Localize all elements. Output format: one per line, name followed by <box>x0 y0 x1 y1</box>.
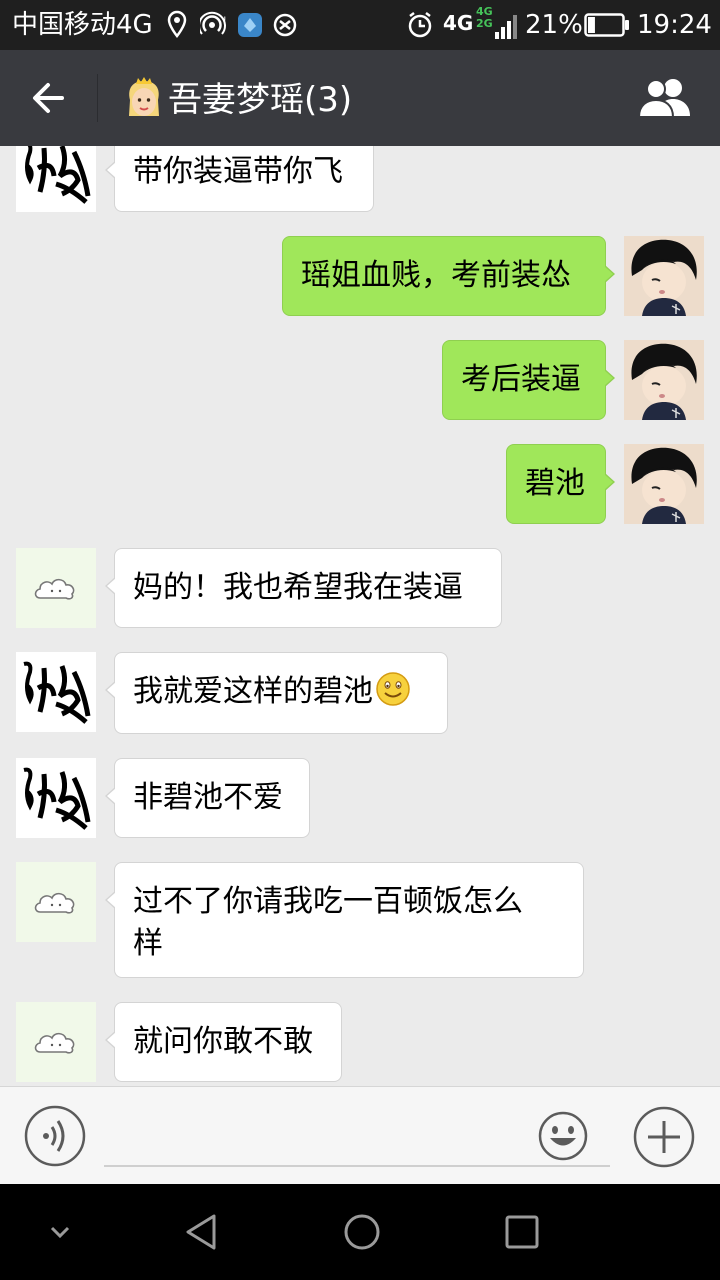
sync-icon <box>272 10 298 44</box>
message-text: 我就爱这样的碧池 <box>133 674 373 709</box>
chat-message-list[interactable]: 带你装逼带你飞 瑶姐血贱，考前装怂 考后装逼 碧池 妈的！我也希望我在装逼 我就… <box>0 146 720 1086</box>
signal-icon <box>494 12 518 44</box>
back-triangle-icon <box>186 1214 216 1250</box>
message-bubble-incoming[interactable]: 妈的！我也希望我在装逼 <box>105 548 502 628</box>
clock: 19:24 <box>637 10 712 40</box>
nav-back-button[interactable] <box>180 1210 224 1258</box>
title-bar: 吾妻梦瑶(3) <box>0 50 720 146</box>
app-notification-icon <box>237 10 263 44</box>
location-icon <box>166 10 188 44</box>
network-sub-label: 4G 2G <box>476 6 493 30</box>
message-text-line-2: 样 <box>133 926 163 961</box>
carrier-label: 中国移动4G <box>12 10 153 40</box>
calligraphy-avatar[interactable] <box>16 758 96 838</box>
message-text-line-1: 过不了你请我吃一百顿饭怎么 <box>133 884 523 919</box>
emoji-face-icon <box>538 1111 588 1161</box>
cartoon-boy-avatar[interactable] <box>624 236 704 316</box>
group-members-button[interactable] <box>634 76 696 122</box>
voice-input-button[interactable] <box>24 1105 88 1173</box>
nav-home-button[interactable] <box>340 1210 384 1258</box>
message-text: 碧池 <box>525 466 585 501</box>
recents-square-icon <box>505 1215 539 1249</box>
princess-emoji-icon <box>121 76 167 122</box>
battery-percent: 21% <box>525 10 583 40</box>
calligraphy-avatar[interactable] <box>16 146 96 212</box>
message-text: 妈的！我也希望我在装逼 <box>133 570 463 605</box>
message-bubble-incoming[interactable]: 过不了你请我吃一百顿饭怎么 样 <box>105 862 584 978</box>
nav-recents-button[interactable] <box>500 1210 544 1258</box>
message-input-bar <box>0 1086 720 1184</box>
message-bubble-incoming[interactable]: 我就爱这样的碧池 <box>105 652 448 734</box>
message-bubble-outgoing[interactable]: 考后装逼 <box>442 340 615 420</box>
alarm-icon <box>406 10 434 44</box>
collapse-chevron-button[interactable] <box>46 1218 74 1250</box>
message-text: 考后装逼 <box>461 362 581 397</box>
svg-text:!: ! <box>223 16 227 26</box>
hotspot-icon: ! <box>198 10 228 44</box>
status-bar: 中国移动4G ! 4G 4G 2G 21% 19:24 <box>0 0 720 50</box>
system-navigation-bar <box>0 1184 720 1280</box>
message-bubble-outgoing[interactable]: 瑶姐血贱，考前装怂 <box>282 236 615 316</box>
emoji-button[interactable] <box>538 1111 588 1165</box>
message-text: 就问你敢不敢 <box>133 1024 313 1059</box>
back-button[interactable] <box>22 72 74 124</box>
smiley-emoji-icon <box>375 671 411 719</box>
network-type-label: 4G <box>443 11 474 35</box>
cloud-avatar[interactable] <box>16 1002 96 1082</box>
message-text: 带你装逼带你飞 <box>133 154 343 189</box>
message-text-input[interactable] <box>104 1109 610 1167</box>
message-text: 瑶姐血贱，考前装怂 <box>301 258 571 293</box>
message-bubble-outgoing[interactable]: 碧池 <box>506 444 615 524</box>
group-members-icon <box>637 79 690 118</box>
message-text: 非碧池不爱 <box>133 780 283 815</box>
collapse-chevron-icon <box>50 1226 70 1239</box>
title-divider <box>97 74 98 122</box>
voice-input-icon <box>24 1105 86 1167</box>
cloud-avatar[interactable] <box>16 548 96 628</box>
arrow-left-icon <box>33 83 64 113</box>
message-bubble-incoming[interactable]: 就问你敢不敢 <box>105 1002 342 1082</box>
network-sub-bottom: 2G <box>476 17 493 30</box>
cartoon-boy-avatar[interactable] <box>624 444 704 524</box>
more-actions-button[interactable] <box>632 1105 696 1173</box>
chat-title: 吾妻梦瑶(3) <box>168 80 353 120</box>
battery-icon <box>584 12 630 42</box>
plus-icon <box>633 1106 695 1168</box>
calligraphy-avatar[interactable] <box>16 652 96 732</box>
message-bubble-incoming[interactable]: 非碧池不爱 <box>105 758 310 838</box>
message-bubble-incoming[interactable]: 带你装逼带你飞 <box>105 146 374 212</box>
cartoon-boy-avatar[interactable] <box>624 340 704 420</box>
home-circle-icon <box>344 1214 380 1250</box>
cloud-avatar[interactable] <box>16 862 96 942</box>
